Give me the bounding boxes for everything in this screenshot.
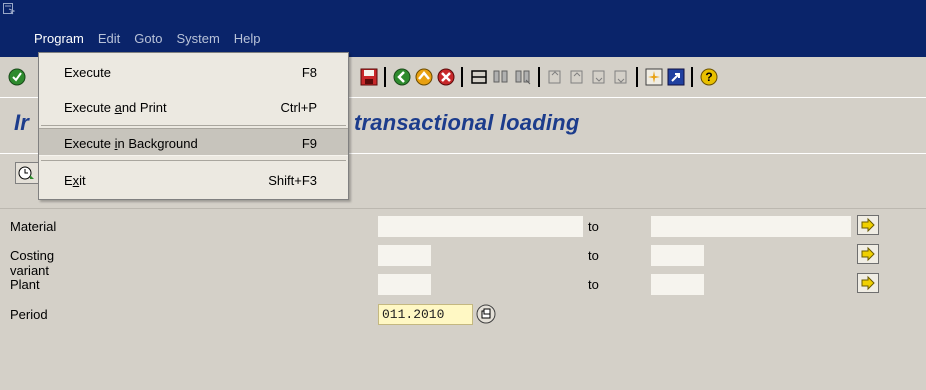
first-page-icon[interactable] [546, 68, 564, 86]
svg-text:?: ? [705, 70, 712, 84]
program-menu-dropdown: Execute F8 Execute and Print Ctrl+P Exec… [38, 52, 349, 200]
menu-exit-shortcut: Shift+F3 [268, 173, 317, 188]
toolbar-separator [538, 67, 540, 87]
period-label: Period [10, 307, 48, 322]
menu-program[interactable]: Program [0, 28, 91, 50]
menu-execute-and-print[interactable]: Execute and Print Ctrl+P [39, 93, 348, 121]
menu-execute-in-background-shortcut: F9 [301, 136, 317, 151]
costing-variant-label: Costing variant [10, 248, 55, 278]
arrow-right-icon [861, 217, 875, 233]
menu-execute-shortcut: F8 [301, 65, 317, 80]
create-session-icon[interactable] [645, 68, 663, 86]
find-next-icon[interactable] [514, 68, 532, 86]
period-search-help-icon[interactable] [475, 303, 497, 325]
menu-exit-label: Exit [64, 173, 86, 188]
cancel-icon[interactable] [437, 68, 455, 86]
material-multiple-selection-button[interactable] [857, 215, 879, 235]
period-input[interactable]: 011.2010 [378, 304, 473, 325]
toolbar-separator [636, 67, 638, 87]
execute-clock-icon [18, 166, 34, 180]
costing-variant-from-input[interactable] [378, 245, 431, 266]
menu-separator [41, 160, 346, 161]
window-menu-icon[interactable] [3, 3, 15, 15]
material-to-input[interactable] [651, 216, 851, 237]
material-label: Material [10, 219, 57, 234]
plant-label: Plant [10, 277, 40, 292]
page-title-start: Ir [14, 110, 30, 135]
enter-icon[interactable] [8, 68, 26, 86]
shortcut-icon[interactable] [667, 68, 685, 86]
page-title-end: transactional loading [354, 110, 580, 135]
next-page-icon[interactable] [590, 68, 608, 86]
execute-button[interactable] [15, 162, 39, 184]
plant-to-input[interactable] [651, 274, 704, 295]
menu-execute-label: Execute [64, 65, 111, 80]
title-bar: Program Edit Goto System Help [0, 0, 926, 57]
menu-separator [41, 125, 346, 126]
help-icon[interactable]: ? [700, 68, 718, 86]
plant-to-label: to [588, 277, 599, 292]
toolbar-separator [691, 67, 693, 87]
selection-screen: Material to Costing variant to Plant to [0, 208, 926, 390]
page-title: Ir transactional loading [14, 110, 579, 136]
last-page-icon[interactable] [612, 68, 630, 86]
menu-help[interactable]: Help [227, 28, 268, 50]
back-icon[interactable] [393, 68, 411, 86]
exit-icon[interactable] [415, 68, 433, 86]
menu-edit[interactable]: Edit [91, 28, 127, 50]
menu-execute-and-print-label: Execute and Print [64, 100, 167, 115]
menu-execute-and-print-shortcut: Ctrl+P [280, 100, 317, 115]
menu-execute-in-background-label: Execute in Background [64, 136, 198, 151]
material-to-label: to [588, 219, 599, 234]
arrow-right-icon [861, 246, 875, 262]
find-icon[interactable] [492, 68, 510, 86]
costing-variant-to-label: to [588, 248, 599, 263]
costing-variant-to-input[interactable] [651, 245, 704, 266]
toolbar-separator [461, 67, 463, 87]
plant-multiple-selection-button[interactable] [857, 273, 879, 293]
save-icon[interactable] [360, 68, 378, 86]
toolbar-separator [384, 67, 386, 87]
material-from-input[interactable] [378, 216, 583, 237]
previous-page-icon[interactable] [568, 68, 586, 86]
menu-system[interactable]: System [169, 28, 226, 50]
menu-execute[interactable]: Execute F8 [39, 58, 348, 86]
print-icon[interactable] [470, 68, 488, 86]
menu-goto[interactable]: Goto [127, 28, 169, 50]
plant-from-input[interactable] [378, 274, 431, 295]
menu-bar: Program Edit Goto System Help [0, 28, 268, 50]
arrow-right-icon [861, 275, 875, 291]
costing-variant-multiple-selection-button[interactable] [857, 244, 879, 264]
menu-execute-in-background[interactable]: Execute in Background F9 [39, 128, 348, 156]
menu-exit[interactable]: Exit Shift+F3 [39, 166, 348, 194]
